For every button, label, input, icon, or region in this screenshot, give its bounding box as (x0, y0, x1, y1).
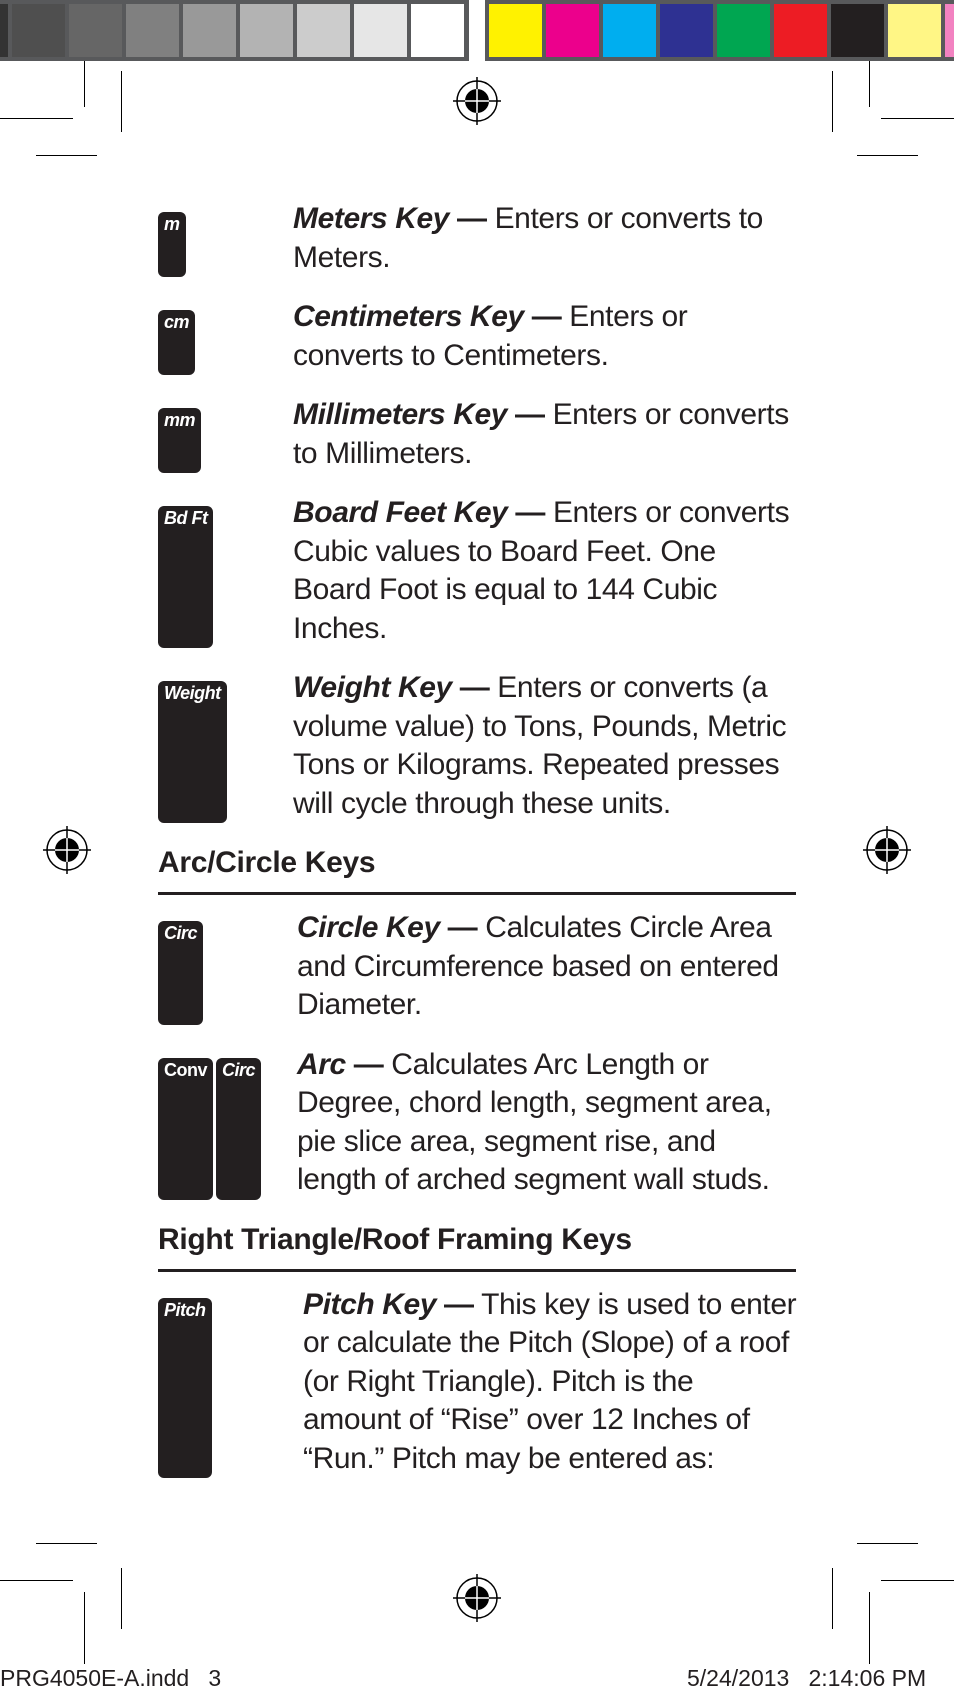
em-dash: — (436, 1287, 474, 1321)
gray-swatch (411, 4, 464, 57)
em-dash: — (507, 496, 546, 529)
crop-mark (84, 61, 86, 107)
crop-mark (881, 1580, 954, 1582)
key-column: Bd Ft (158, 494, 293, 648)
pink-swatch (945, 4, 954, 57)
key-column: cm (158, 298, 293, 375)
key-description: Board Feet Key — Enters or converts Cubi… (293, 494, 798, 648)
crop-mark (0, 1580, 73, 1582)
magenta-swatch (546, 4, 599, 57)
em-dash: — (507, 398, 545, 431)
crop-mark (857, 155, 918, 157)
crop-mark (121, 1568, 123, 1629)
yellow-swatch (489, 4, 542, 57)
key-entry-pitch: Pitch Pitch Key — This key is used to en… (158, 1286, 798, 1479)
crop-mark (881, 118, 954, 120)
key-reference-content: m Meters Key — Enters or converts to Met… (158, 200, 798, 1499)
weight-key-icon: Weight (158, 681, 227, 823)
crop-mark (121, 71, 123, 132)
key-description: Meters Key — Enters or converts to Meter… (293, 200, 798, 277)
footer-file-slug: PRG4050E-A.indd 3 (0, 1665, 222, 1691)
em-dash: — (523, 300, 562, 333)
key-description: Centimeters Key — Enters or converts to … (293, 298, 798, 375)
crop-mark (36, 1543, 97, 1545)
crop-mark (857, 1543, 918, 1545)
black-swatch (831, 4, 884, 57)
key-column: mm (158, 396, 293, 473)
key-entry-board-feet: Bd Ft Board Feet Key — Enters or convert… (158, 494, 798, 648)
gray-swatch (12, 4, 65, 57)
key-entry-millimeters: mm Millimeters Key — Enters or converts … (158, 396, 798, 473)
key-entry-arc: Conv Circ Arc — Calculates Arc Length or… (158, 1046, 798, 1200)
key-term: Board Feet Key (293, 496, 508, 529)
crop-mark (36, 155, 97, 157)
crop-mark (84, 1592, 86, 1664)
section-title-right-triangle-roof-framing: Right Triangle/Roof Framing Keys (158, 1221, 796, 1272)
em-dash: — (451, 671, 490, 704)
key-term: Meters Key (293, 202, 450, 235)
key-term: Circle Key (297, 911, 440, 944)
registration-mark-icon (863, 826, 911, 874)
key-column: Pitch (158, 1286, 303, 1478)
gray-swatch (0, 4, 8, 57)
meters-key-icon: m (158, 212, 186, 277)
crop-mark (832, 1568, 834, 1629)
crop-mark (0, 118, 73, 120)
gray-swatch (240, 4, 293, 57)
pitch-key-icon: Pitch (158, 1297, 212, 1478)
gray-swatch (297, 4, 350, 57)
key-description: Weight Key — Enters or converts (a volum… (293, 669, 798, 823)
key-term: Weight Key (293, 671, 452, 704)
key-description: Millimeters Key — Enters or converts to … (293, 396, 798, 473)
process-color-bar (485, 0, 954, 61)
key-column: Circ (158, 909, 297, 1025)
circle-key-icon: Circ (158, 921, 204, 1025)
key-term: Arc (297, 1047, 346, 1081)
registration-mark-icon (43, 826, 91, 874)
grayscale-color-bar (0, 0, 469, 61)
key-description: Arc — Calculates Arc Length or Degree, c… (297, 1046, 798, 1200)
red-swatch (774, 4, 827, 57)
gray-swatch (354, 4, 407, 57)
key-term: Pitch Key (303, 1287, 437, 1321)
em-dash: — (439, 911, 478, 944)
key-column: m (158, 200, 293, 277)
crop-mark (832, 71, 834, 132)
gray-swatch (183, 4, 236, 57)
key-description: Pitch Key — This key is used to enter or… (303, 1286, 798, 1479)
registration-mark-icon (453, 77, 501, 125)
gray-swatch (69, 4, 122, 57)
key-entry-circle: Circ Circle Key — Calculates Circle Area… (158, 909, 798, 1025)
key-term: Millimeters Key (293, 398, 508, 431)
key-entry-weight: Weight Weight Key — Enters or converts (… (158, 669, 798, 823)
crop-mark (869, 1592, 871, 1664)
key-description: Circle Key — Calculates Circle Area and … (297, 909, 798, 1025)
section-title-arc-circle: Arc/Circle Keys (158, 844, 796, 895)
green-swatch (717, 4, 770, 57)
centimeters-key-icon: cm (158, 310, 196, 375)
millimeters-key-icon: mm (158, 408, 202, 473)
footer-timestamp: 5/24/2013 2:14:06 PM (687, 1665, 927, 1691)
registration-mark-icon (453, 1574, 501, 1622)
key-entry-centimeters: cm Centimeters Key — Enters or converts … (158, 298, 798, 375)
conv-key-icon: Conv (158, 1057, 213, 1200)
blue-swatch (660, 4, 713, 57)
circle-key-icon: Circ (216, 1057, 262, 1200)
crop-mark (869, 61, 871, 107)
gray-swatch (126, 4, 179, 57)
key-column: Conv Circ (158, 1046, 297, 1200)
cyan-swatch (603, 4, 656, 57)
key-term: Centimeters Key (293, 300, 524, 333)
key-column: Weight (158, 669, 293, 823)
em-dash: — (449, 202, 487, 235)
em-dash: — (345, 1047, 384, 1081)
key-entry-meters: m Meters Key — Enters or converts to Met… (158, 200, 798, 277)
board-feet-key-icon: Bd Ft (158, 506, 214, 648)
light-yellow-swatch (888, 4, 941, 57)
